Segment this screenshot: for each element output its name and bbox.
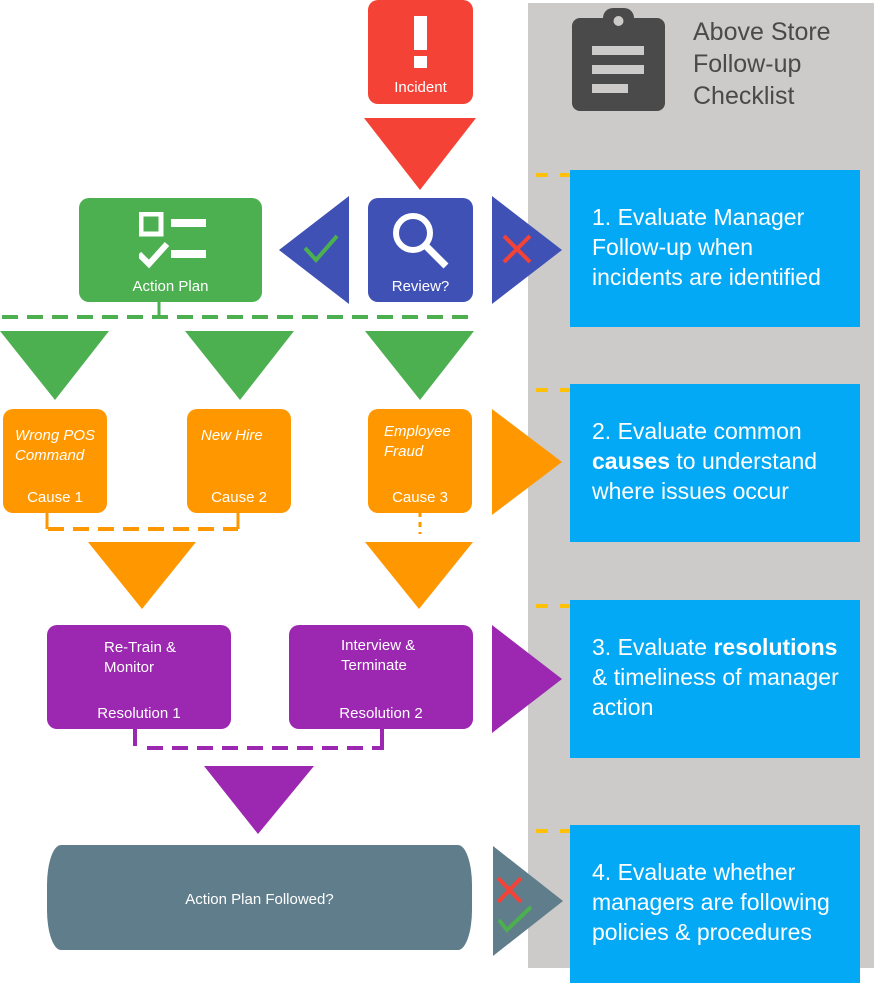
checklist-item-3: 3. Evaluate resolutions & timeliness of …: [570, 600, 860, 758]
purple-connectors: [133, 728, 384, 834]
title-line: Checklist: [693, 82, 795, 110]
arrow-to-resolution-2: [365, 542, 473, 609]
checklist-item-2: 2. Evaluate common causes to understand …: [570, 384, 860, 542]
cause-desc: Employee: [384, 423, 451, 440]
resolutions-arrow: [492, 625, 562, 733]
arrow-to-final: [204, 766, 314, 834]
resolution-desc: Terminate: [341, 657, 407, 674]
cause-box-3: Employee Fraud Cause 3: [368, 409, 472, 513]
checklist-title: Above Store Follow-up Checklist: [693, 16, 831, 112]
cause-desc: Fraud: [384, 443, 424, 460]
review-no-arrow: [492, 196, 562, 304]
incident-label: Incident: [394, 79, 447, 96]
arrow-to-cause-2: [185, 331, 294, 400]
resolution-label: Resolution 2: [339, 705, 423, 722]
arrow-to-cause-3: [365, 331, 474, 400]
title-line: Above Store: [693, 18, 831, 46]
causes-arrow: [492, 409, 562, 515]
resolution-box-1: Re-Train & Monitor Resolution 1: [47, 625, 231, 729]
cause-desc: New Hire: [201, 427, 263, 444]
item-text: 4. Evaluate whether managers are followi…: [592, 859, 830, 945]
resolution-label: Resolution 1: [97, 705, 181, 722]
arrow-to-cause-1: [0, 331, 109, 400]
incident-box: Incident: [368, 0, 473, 104]
resolution-desc: Interview &: [341, 637, 416, 654]
item-text: & timeliness of manager action: [592, 664, 839, 720]
final-arrow: [493, 846, 563, 956]
title-line: Follow-up: [693, 50, 802, 78]
item-text: 2. Evaluate common: [592, 418, 802, 444]
exclamation-icon: [414, 16, 427, 68]
green-connectors: [0, 300, 475, 400]
action-plan-box: Action Plan: [79, 198, 262, 302]
cause-label: Cause 2: [211, 489, 267, 506]
cause-desc: Command: [15, 447, 85, 464]
clipboard-icon: [572, 8, 665, 111]
cause-label: Cause 3: [392, 489, 448, 506]
item-bold: causes: [592, 448, 671, 474]
cause-box-1: Wrong POS Command Cause 1: [3, 409, 107, 513]
checklist-item-1: 1. Evaluate Manager Follow-up when incid…: [570, 170, 860, 327]
resolution-desc: Re-Train &: [104, 639, 176, 656]
resolution-desc: Monitor: [104, 659, 155, 676]
orange-connectors: [45, 512, 473, 609]
review-label: Review?: [391, 278, 450, 295]
arrow-to-resolution-1: [88, 542, 196, 609]
cause-desc: Wrong POS: [15, 427, 96, 444]
cause-label: Cause 1: [27, 489, 83, 506]
item-bold: resolutions: [713, 634, 838, 660]
item-text: 3. Evaluate: [592, 634, 714, 660]
incident-arrow: [364, 118, 476, 190]
cause-box-2: New Hire Cause 2: [187, 409, 291, 513]
action-plan-label: Action Plan: [132, 278, 209, 295]
item-text: 1. Evaluate Manager Follow-up when incid…: [592, 204, 821, 290]
final-decision-box: Action Plan Followed?: [47, 845, 472, 950]
checklist-icon: [139, 212, 206, 269]
resolution-box-2: Interview & Terminate Resolution 2: [289, 625, 473, 729]
final-label: Action Plan Followed?: [185, 891, 334, 908]
review-yes-arrow: [279, 196, 349, 304]
magnifier-icon: [393, 213, 449, 269]
checklist-item-4: 4. Evaluate whether managers are followi…: [570, 825, 860, 983]
review-box: Review?: [368, 198, 473, 302]
